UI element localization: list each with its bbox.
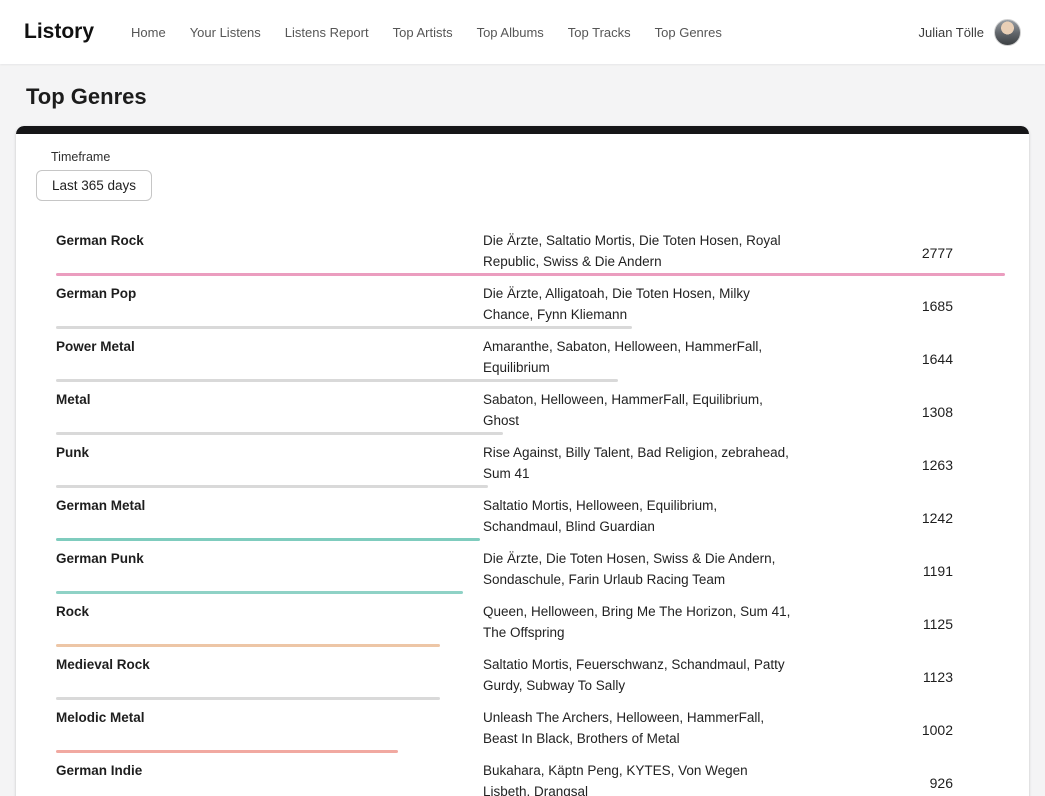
genre-artists: Unleash The Archers, Helloween, HammerFa… [483, 707, 795, 749]
nav-item-your-listens[interactable]: Your Listens [179, 17, 272, 48]
genre-row-inner: German Pop Die Ärzte, Alligatoah, Die To… [56, 276, 1005, 329]
nav-item-top-albums[interactable]: Top Albums [466, 17, 555, 48]
genre-name: Punk [56, 442, 483, 460]
page-title: Top Genres [26, 84, 1045, 110]
genre-artists: Saltatio Mortis, Feuerschwanz, Schandmau… [483, 654, 795, 696]
genre-name: German Indie [56, 760, 483, 778]
top-navbar: Listory HomeYour ListensListens ReportTo… [0, 0, 1045, 64]
genre-artists: Sabaton, Helloween, HammerFall, Equilibr… [483, 389, 795, 431]
genre-count: 926 [930, 775, 1005, 791]
genre-name: Medieval Rock [56, 654, 483, 672]
nav-item-top-artists[interactable]: Top Artists [382, 17, 464, 48]
genre-count: 1308 [922, 404, 1005, 420]
genre-name: Metal [56, 389, 483, 407]
genre-row-inner: Punk Rise Against, Billy Talent, Bad Rel… [56, 435, 1005, 488]
genre-row-inner: German Punk Die Ärzte, Die Toten Hosen, … [56, 541, 1005, 594]
genre-row: Metal Sabaton, Helloween, HammerFall, Eq… [36, 382, 1005, 435]
genre-name: Melodic Metal [56, 707, 483, 725]
card-body: Timeframe Last 365 days German Rock Die … [16, 134, 1029, 796]
timeframe-select[interactable]: Last 365 days [36, 170, 152, 201]
card-accent-bar [16, 126, 1029, 134]
genre-row: German Rock Die Ärzte, Saltatio Mortis, … [36, 223, 1005, 276]
genre-count: 2777 [922, 245, 1005, 261]
genre-artists: Bukahara, Käptn Peng, KYTES, Von Wegen L… [483, 760, 795, 796]
genre-row: German Pop Die Ärzte, Alligatoah, Die To… [36, 276, 1005, 329]
genre-artists: Amaranthe, Sabaton, Helloween, HammerFal… [483, 336, 795, 378]
main-nav: HomeYour ListensListens ReportTop Artist… [120, 17, 918, 48]
genre-artists: Die Ärzte, Alligatoah, Die Toten Hosen, … [483, 283, 795, 325]
genre-count: 1191 [923, 563, 1005, 579]
genre-count: 1242 [922, 510, 1005, 526]
genre-count: 1685 [922, 298, 1005, 314]
user-menu[interactable]: Julian Tölle [918, 19, 1021, 46]
genre-artists: Die Ärzte, Saltatio Mortis, Die Toten Ho… [483, 230, 795, 272]
genre-artists: Die Ärzte, Die Toten Hosen, Swiss & Die … [483, 548, 795, 590]
genre-name: Power Metal [56, 336, 483, 354]
genre-row-inner: German Rock Die Ärzte, Saltatio Mortis, … [56, 223, 1005, 276]
genre-artists: Queen, Helloween, Bring Me The Horizon, … [483, 601, 795, 643]
genre-count: 1644 [922, 351, 1005, 367]
genre-count: 1263 [922, 457, 1005, 473]
genre-row-inner: Melodic Metal Unleash The Archers, Hello… [56, 700, 1005, 753]
nav-item-listens-report[interactable]: Listens Report [274, 17, 380, 48]
genre-count: 1002 [922, 722, 1005, 738]
genre-row: Punk Rise Against, Billy Talent, Bad Rel… [36, 435, 1005, 488]
genre-count: 1125 [923, 616, 1005, 632]
top-genres-card: Timeframe Last 365 days German Rock Die … [16, 126, 1029, 796]
genre-name: German Pop [56, 283, 483, 301]
genre-row: German Metal Saltatio Mortis, Helloween,… [36, 488, 1005, 541]
genre-count: 1123 [923, 669, 1005, 685]
genre-row-inner: Medieval Rock Saltatio Mortis, Feuerschw… [56, 647, 1005, 700]
genre-row-inner: Power Metal Amaranthe, Sabaton, Hellowee… [56, 329, 1005, 382]
app-logo[interactable]: Listory [24, 20, 94, 44]
genre-name: German Rock [56, 230, 483, 248]
genre-name: German Metal [56, 495, 483, 513]
nav-item-top-tracks[interactable]: Top Tracks [557, 17, 642, 48]
genre-row: Melodic Metal Unleash The Archers, Hello… [36, 700, 1005, 753]
genre-row-inner: German Metal Saltatio Mortis, Helloween,… [56, 488, 1005, 541]
genre-table: German Rock Die Ärzte, Saltatio Mortis, … [36, 223, 1005, 796]
genre-row: Power Metal Amaranthe, Sabaton, Hellowee… [36, 329, 1005, 382]
genre-row-inner: Metal Sabaton, Helloween, HammerFall, Eq… [56, 382, 1005, 435]
genre-name: Rock [56, 601, 483, 619]
genre-row: Rock Queen, Helloween, Bring Me The Hori… [36, 594, 1005, 647]
nav-item-home[interactable]: Home [120, 17, 177, 48]
genre-row: German Indie Bukahara, Käptn Peng, KYTES… [36, 753, 1005, 796]
timeframe-label: Timeframe [51, 150, 1005, 164]
genre-row: Medieval Rock Saltatio Mortis, Feuerschw… [36, 647, 1005, 700]
genre-name: German Punk [56, 548, 483, 566]
user-name: Julian Tölle [918, 25, 984, 40]
user-avatar[interactable] [994, 19, 1021, 46]
genre-artists: Rise Against, Billy Talent, Bad Religion… [483, 442, 795, 484]
genre-row: German Punk Die Ärzte, Die Toten Hosen, … [36, 541, 1005, 594]
genre-row-inner: Rock Queen, Helloween, Bring Me The Hori… [56, 594, 1005, 647]
genre-row-inner: German Indie Bukahara, Käptn Peng, KYTES… [56, 753, 1005, 796]
nav-item-top-genres[interactable]: Top Genres [644, 17, 733, 48]
genre-artists: Saltatio Mortis, Helloween, Equilibrium,… [483, 495, 795, 537]
